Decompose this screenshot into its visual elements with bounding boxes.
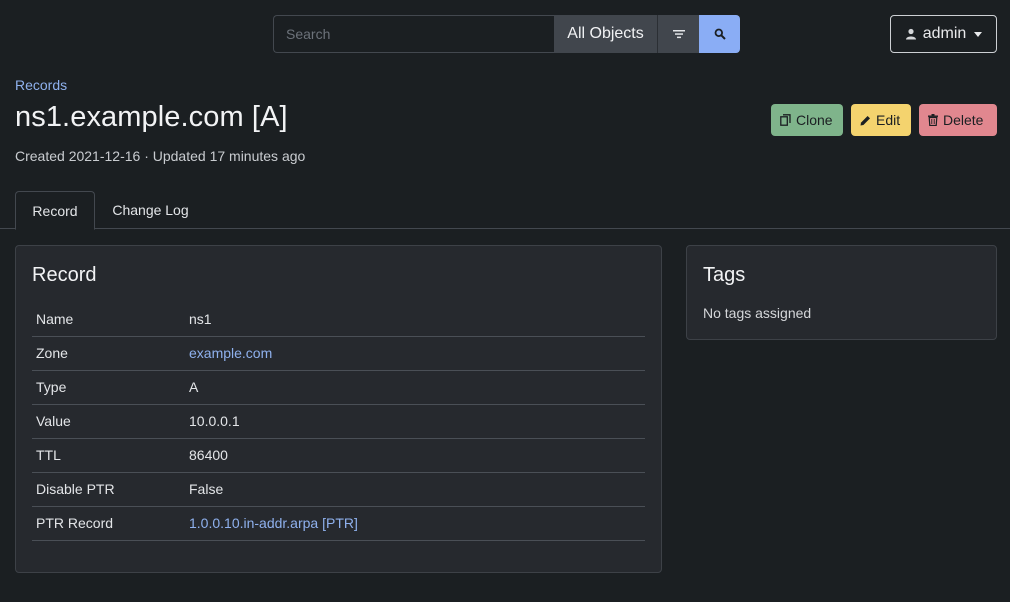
- attr-key: Value: [32, 404, 185, 439]
- attr-key: Zone: [32, 336, 185, 371]
- object-actions: Clone Edit Delete: [771, 104, 997, 136]
- attr-value: ns1: [185, 302, 645, 337]
- table-row: Disable PTR False: [32, 472, 645, 507]
- chevron-down-icon: [974, 31, 983, 37]
- tags-card-title: Tags: [703, 264, 746, 286]
- attr-value: 86400: [185, 438, 645, 473]
- table-row: Type A: [32, 370, 645, 405]
- search-button[interactable]: [699, 15, 740, 53]
- created-updated-meta: Created 2021-12-16 · Updated 17 minutes …: [15, 148, 306, 164]
- pencil-icon: [860, 115, 870, 125]
- user-menu-button[interactable]: admin: [890, 15, 997, 53]
- delete-button[interactable]: Delete: [919, 104, 997, 136]
- attr-key: Name: [32, 302, 185, 337]
- attr-value: 10.0.0.1: [185, 404, 645, 439]
- ptr-record-link[interactable]: 1.0.0.10.in-addr.arpa [PTR]: [189, 515, 358, 531]
- breadcrumb-records-link[interactable]: Records: [15, 77, 67, 93]
- filter-icon: [672, 30, 685, 39]
- tags-card: Tags No tags assigned: [686, 245, 997, 340]
- table-row: TTL 86400: [32, 438, 645, 473]
- tab-change-log-label: Change Log: [112, 202, 189, 218]
- object-tabs: Record Change Log: [0, 191, 1010, 230]
- attr-key: Disable PTR: [32, 472, 185, 507]
- edit-label: Edit: [876, 112, 901, 128]
- search-scope-label: All Objects: [567, 25, 644, 42]
- page-title: ns1.example.com [A]: [15, 101, 288, 133]
- table-row: Value 10.0.0.1: [32, 404, 645, 439]
- table-row: PTR Record 1.0.0.10.in-addr.arpa [PTR]: [32, 506, 645, 541]
- delete-label: Delete: [943, 112, 984, 128]
- attr-value: False: [185, 472, 645, 507]
- edit-button[interactable]: Edit: [851, 104, 911, 136]
- search-filter-button[interactable]: [658, 15, 699, 53]
- search-input[interactable]: [273, 15, 554, 53]
- copy-icon: [780, 114, 791, 126]
- no-tags-message: No tags assigned: [703, 305, 812, 321]
- search-icon: [714, 28, 726, 40]
- record-card-title: Record: [32, 264, 97, 286]
- tab-record-label: Record: [32, 202, 78, 219]
- attr-value: A: [185, 370, 645, 405]
- table-row: Name ns1: [32, 302, 645, 337]
- table-row: Zone example.com: [32, 336, 645, 371]
- trash-icon: [928, 114, 938, 126]
- zone-link[interactable]: example.com: [189, 345, 272, 361]
- global-search: All Objects: [273, 15, 740, 53]
- user-icon: [905, 28, 916, 40]
- tab-change-log[interactable]: Change Log: [95, 191, 206, 229]
- attr-key: Type: [32, 370, 185, 405]
- search-scope-dropdown[interactable]: All Objects: [554, 15, 658, 53]
- attr-value-cell: 1.0.0.10.in-addr.arpa [PTR]: [185, 506, 645, 541]
- tab-record[interactable]: Record: [15, 191, 95, 230]
- attr-key: TTL: [32, 438, 185, 473]
- clone-button[interactable]: Clone: [771, 104, 843, 136]
- clone-label: Clone: [796, 112, 833, 128]
- attr-value-cell: example.com: [185, 336, 645, 371]
- user-name: admin: [922, 25, 967, 42]
- attr-key: PTR Record: [32, 506, 185, 541]
- record-attributes-table: Name ns1 Zone example.com Type A Value 1…: [32, 302, 645, 541]
- record-card: Record Name ns1 Zone example.com Type A …: [15, 245, 662, 573]
